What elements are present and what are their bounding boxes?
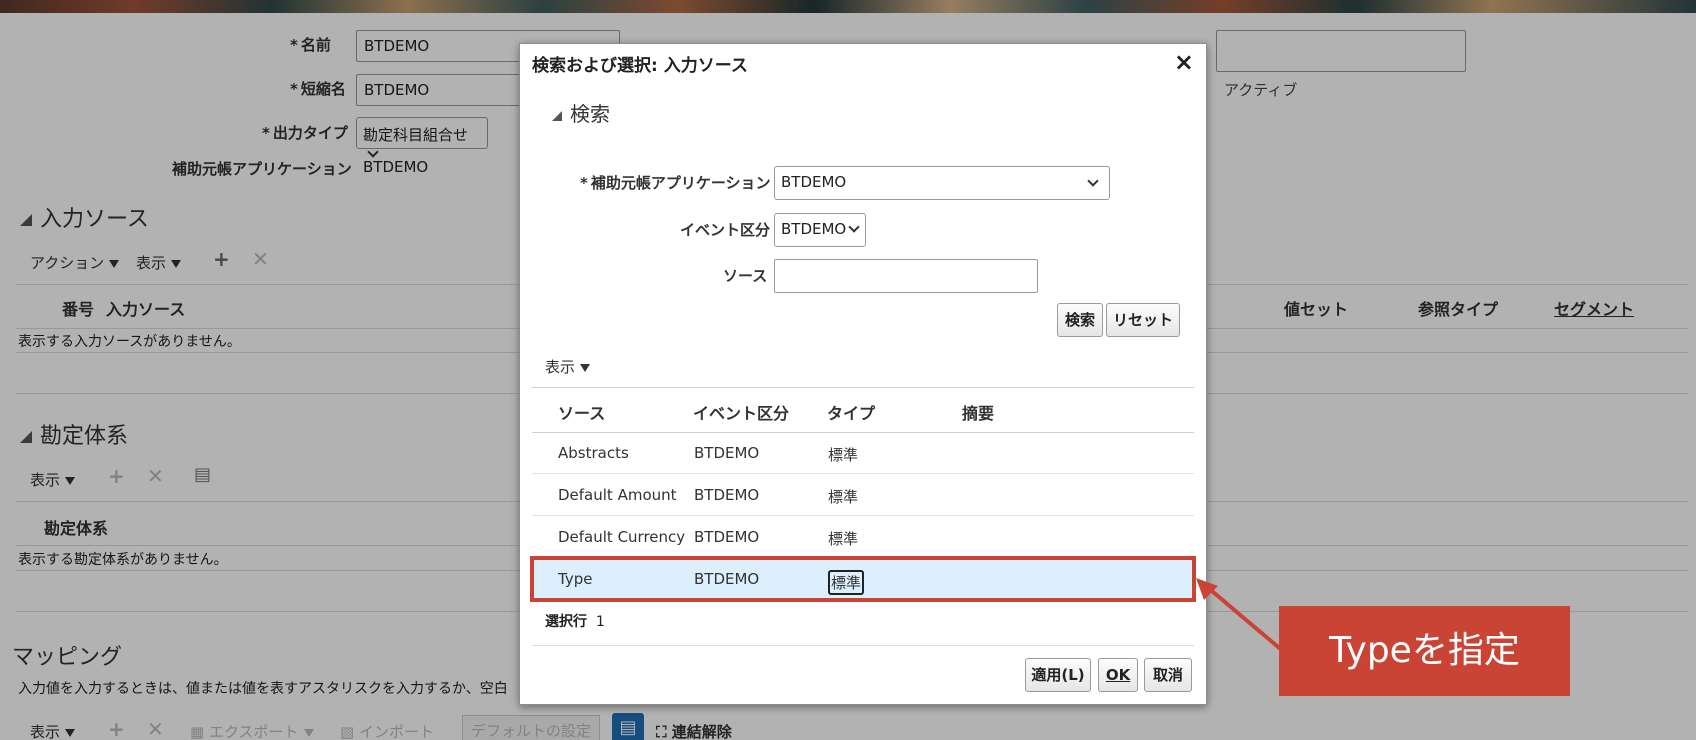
chevron-down-icon	[848, 221, 860, 233]
callout-label: Typeを指定	[1279, 606, 1570, 696]
dialog-event-class-select[interactable]: BTDEMO	[774, 213, 866, 247]
apply-button[interactable]: 適用(L)	[1025, 658, 1091, 692]
dialog-column-description: 摘要	[962, 404, 995, 423]
ok-button[interactable]: OK	[1098, 658, 1138, 692]
selected-rows: 選択行 1	[545, 614, 605, 630]
search-select-dialog: 検索および選択: 入力ソース × 検索 * 補助元帳アプリケーション BTDEMO…	[519, 43, 1207, 705]
reset-button[interactable]: リセット	[1106, 303, 1180, 337]
dialog-view-menu[interactable]: 表示	[545, 356, 591, 377]
dialog-source-label: ソース	[723, 267, 768, 285]
dialog-column-type: タイプ	[827, 404, 876, 423]
dialog-event-class-label: イベント区分	[680, 221, 771, 239]
chevron-down-icon	[1087, 175, 1099, 187]
close-icon[interactable]: ×	[1174, 48, 1194, 76]
dialog-subledger-app-label: * 補助元帳アプリケーション	[580, 174, 771, 192]
collapse-triangle-icon	[552, 111, 562, 121]
dialog-source-input[interactable]	[774, 259, 1038, 293]
dialog-column-source: ソース	[558, 404, 606, 423]
cancel-button[interactable]: 取消	[1144, 658, 1192, 692]
search-section-title[interactable]: 検索	[552, 98, 610, 127]
search-button[interactable]: 検索	[1057, 303, 1103, 337]
dialog-subledger-app-select[interactable]: BTDEMO	[774, 166, 1110, 200]
selection-highlight-box	[530, 556, 1196, 602]
table-row[interactable]: Default Currency BTDEMO 標準	[532, 517, 1194, 558]
table-row[interactable]: Default Amount BTDEMO 標準	[532, 475, 1194, 516]
dropdown-arrow-icon	[580, 363, 591, 372]
dialog-title: 検索および選択: 入力ソース	[532, 56, 748, 76]
table-row[interactable]: Abstracts BTDEMO 標準	[532, 433, 1194, 474]
dialog-column-event-class: イベント区分	[693, 404, 790, 423]
callout-arrow	[1196, 578, 1286, 654]
